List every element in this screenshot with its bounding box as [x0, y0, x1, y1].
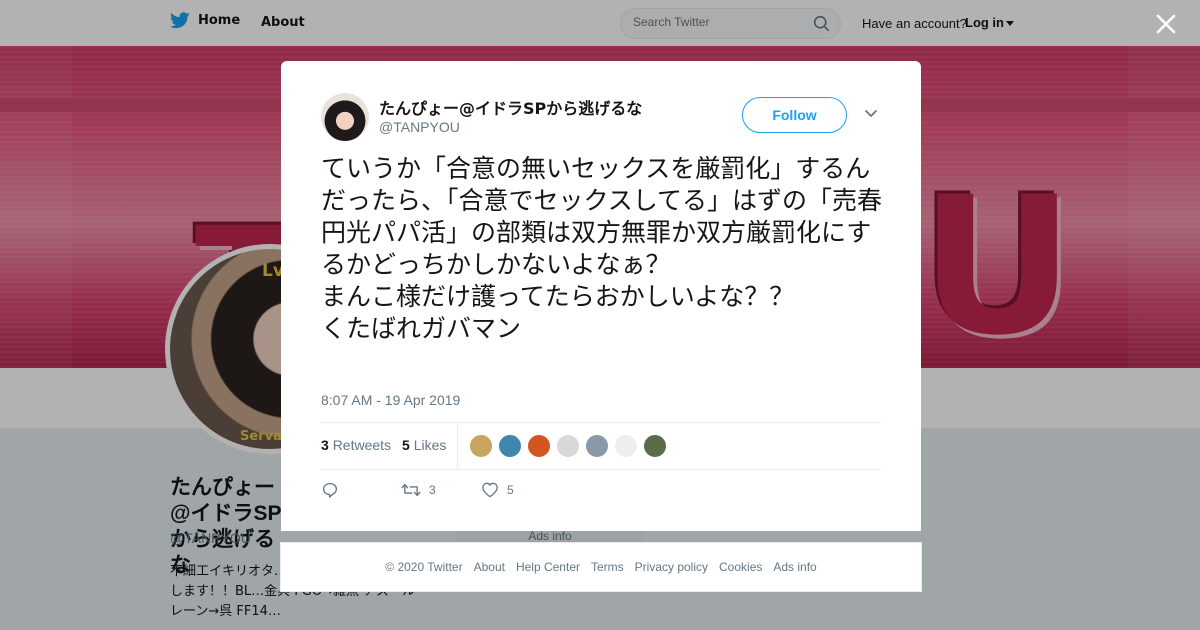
footer-cookies-link[interactable]: Cookies	[719, 560, 762, 574]
retweet-button[interactable]: 3	[401, 481, 436, 499]
reply-button[interactable]	[321, 481, 339, 499]
liker-avatar[interactable]	[498, 434, 522, 458]
likes-stat[interactable]: 5 Likes	[402, 437, 446, 453]
liker-avatar[interactable]	[527, 434, 551, 458]
footer-about-link[interactable]: About	[474, 560, 505, 574]
reply-icon	[322, 482, 338, 498]
footer: © 2020 Twitter About Help Center Terms P…	[280, 542, 922, 592]
retweet-icon	[401, 483, 421, 497]
liker-avatar[interactable]	[643, 434, 667, 458]
footer-terms-link[interactable]: Terms	[591, 560, 624, 574]
tweet-author-handle[interactable]: @TANPYOU	[379, 119, 460, 135]
tweet-actions: 3 5	[321, 481, 881, 505]
likes-count: 5	[402, 437, 410, 453]
footer-copyright: © 2020 Twitter	[385, 560, 463, 574]
likes-label: Likes	[413, 437, 447, 453]
follow-button[interactable]: Follow	[742, 97, 847, 133]
footer-help-center-link[interactable]: Help Center	[516, 560, 580, 574]
tweet-text: ていうか「合意の無いセックスを厳罰化」するんだったら、「合意でセックスしてる」は…	[321, 154, 883, 343]
footer-privacy-link[interactable]: Privacy policy	[635, 560, 708, 574]
retweets-count: 3	[321, 437, 329, 453]
tweet-modal: たんぴょー@イドラSPから逃げるな @TANPYOU Follow ていうか「合…	[281, 61, 921, 531]
tweet-author-name[interactable]: たんぴょー@イドラSPから逃げるな	[379, 95, 642, 119]
retweet-count: 3	[429, 483, 436, 497]
tweet-author-avatar[interactable]	[321, 93, 369, 141]
like-button[interactable]: 5	[481, 481, 514, 498]
liker-avatars	[469, 434, 667, 458]
stats-divider	[457, 423, 458, 469]
like-count: 5	[507, 482, 514, 497]
footer-ads-info-link[interactable]: Ads info	[773, 560, 816, 574]
liker-avatar[interactable]	[614, 434, 638, 458]
tweet-stats: 3 Retweets 5 Likes	[321, 422, 881, 470]
liker-avatar[interactable]	[469, 434, 493, 458]
retweets-label: Retweets	[332, 437, 392, 453]
retweets-stat[interactable]: 3 Retweets	[321, 437, 391, 453]
liker-avatar[interactable]	[556, 434, 580, 458]
close-icon[interactable]	[1152, 10, 1180, 38]
chevron-down-icon[interactable]	[864, 109, 878, 119]
tweet-timestamp[interactable]: 8:07 AM - 19 Apr 2019	[321, 392, 460, 408]
liker-avatar[interactable]	[585, 434, 609, 458]
heart-icon	[482, 482, 498, 498]
